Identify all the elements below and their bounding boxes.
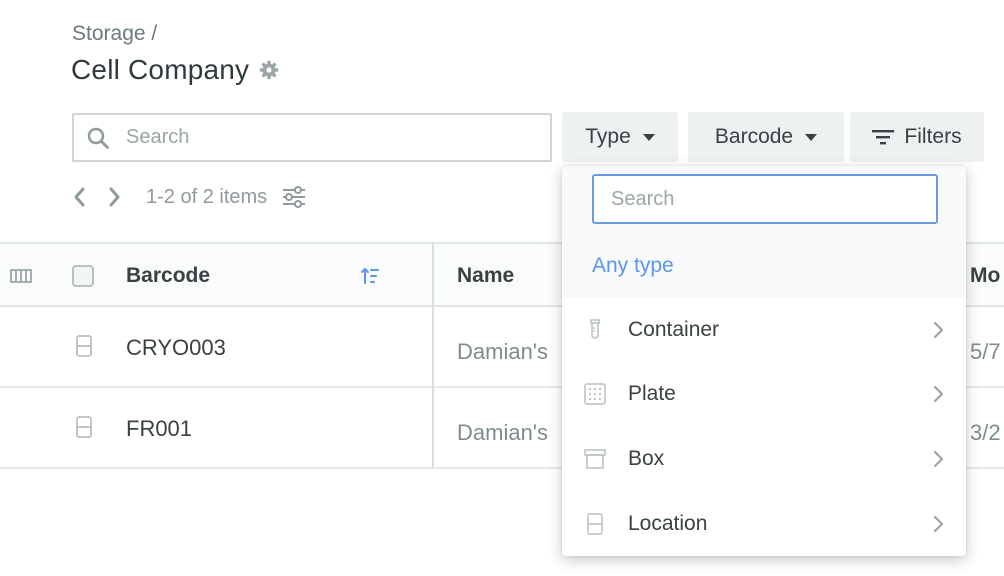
dropdown-item-container[interactable]: Container: [562, 298, 966, 362]
filter-lines-icon: [872, 128, 895, 146]
dropdown-search-box[interactable]: [592, 174, 938, 224]
dropdown-item-plate[interactable]: Plate: [562, 362, 966, 426]
filters-button[interactable]: Filters: [850, 112, 984, 162]
sort-ascending-icon[interactable]: [360, 266, 380, 286]
tube-icon: [584, 319, 606, 341]
select-all-checkbox[interactable]: [72, 265, 94, 287]
columns-icon[interactable]: [10, 268, 32, 284]
type-filter-button[interactable]: Type: [562, 112, 678, 162]
cell-modified: 3/2: [970, 420, 1001, 445]
chevron-right-icon: [932, 385, 944, 403]
cell-modified: 5/7: [970, 339, 1001, 364]
column-header-modified[interactable]: Mo: [970, 264, 1000, 288]
dropdown-item-label: Box: [628, 447, 665, 470]
location-icon: [76, 335, 92, 357]
location-icon: [584, 513, 606, 535]
dropdown-item-label: Plate: [628, 382, 676, 405]
chevron-right-icon: [932, 321, 944, 339]
column-header-barcode[interactable]: Barcode: [126, 264, 210, 288]
chevron-right-icon[interactable]: [108, 186, 122, 208]
breadcrumb[interactable]: Storage /: [72, 22, 157, 46]
item-count: 1-2 of 2 items: [146, 185, 268, 208]
chevron-right-icon: [932, 450, 944, 468]
title-row: Cell Company: [71, 54, 279, 86]
any-type-option[interactable]: Any type: [592, 254, 674, 278]
dropdown-item-box[interactable]: Box: [562, 427, 966, 491]
search-icon: [86, 126, 110, 150]
plate-icon: [584, 383, 606, 405]
search-input[interactable]: [126, 126, 506, 149]
barcode-filter-label: Barcode: [714, 125, 794, 148]
dropdown-item-label: Container: [628, 318, 720, 341]
cell-name: Damian's: [457, 420, 549, 445]
dropdown-item-location[interactable]: Location: [562, 492, 966, 556]
caret-down-icon: [642, 133, 655, 141]
caret-down-icon: [805, 133, 818, 141]
filters-label: Filters: [904, 125, 962, 148]
chevron-left-icon[interactable]: [72, 186, 86, 208]
column-divider[interactable]: [432, 242, 434, 468]
dropdown-search-input[interactable]: [594, 176, 936, 222]
cell-barcode[interactable]: CRYO003: [126, 335, 226, 361]
gear-icon[interactable]: [259, 60, 279, 80]
location-icon: [76, 416, 92, 438]
dropdown-header: Any type: [562, 166, 966, 298]
type-dropdown-menu: Any type Container: [562, 166, 966, 556]
column-header-name[interactable]: Name: [457, 264, 514, 288]
page-title: Cell Company: [71, 54, 250, 85]
box-icon: [584, 448, 606, 470]
search-box[interactable]: [72, 113, 552, 162]
type-filter-label: Type: [585, 125, 631, 148]
dropdown-item-label: Location: [628, 512, 708, 535]
chevron-right-icon: [932, 515, 944, 533]
sliders-icon[interactable]: [281, 184, 307, 210]
cell-name: Damian's: [457, 339, 549, 364]
pager: 1-2 of 2 items: [72, 184, 307, 210]
cell-barcode[interactable]: FR001: [126, 416, 192, 442]
barcode-filter-button[interactable]: Barcode: [688, 112, 844, 162]
